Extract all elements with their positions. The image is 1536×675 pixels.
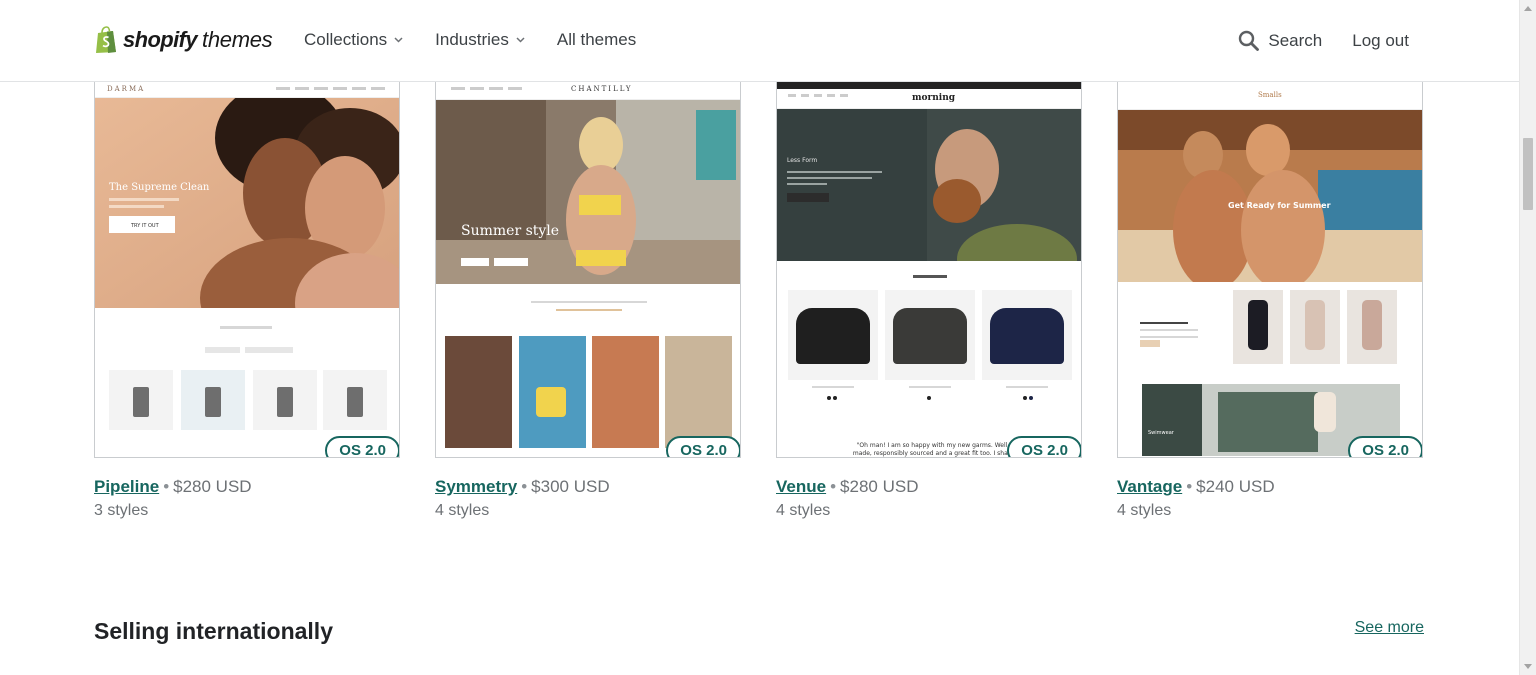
theme-title-row: Vantage • $240 USD bbox=[1117, 477, 1275, 497]
product-card bbox=[592, 336, 659, 448]
nav-industries[interactable]: Industries bbox=[435, 30, 525, 50]
preview-hero-image: Get Ready for Summer bbox=[1118, 110, 1422, 282]
theme-price: $280 USD bbox=[840, 477, 919, 496]
header-actions: Search Log out bbox=[1238, 30, 1409, 51]
theme-name-link[interactable]: Vantage bbox=[1117, 477, 1182, 496]
separator-dot: • bbox=[830, 477, 837, 496]
theme-title-row: Symmetry • $300 USD bbox=[435, 477, 610, 497]
nav-industries-label: Industries bbox=[435, 30, 509, 49]
preview-nav: DARMA bbox=[95, 82, 399, 98]
preview-brand: DARMA bbox=[107, 85, 146, 93]
page-scrollbar[interactable] bbox=[1519, 0, 1536, 675]
product-card bbox=[445, 336, 512, 448]
separator-dot: • bbox=[163, 477, 170, 496]
shopify-bag-icon bbox=[96, 26, 116, 53]
nav-collections-label: Collections bbox=[304, 30, 388, 49]
separator-dot: • bbox=[521, 477, 528, 496]
preview-nav: Smalls bbox=[1118, 82, 1422, 110]
theme-card-pipeline: DARMA The Supreme Clean TRY IT OUT OS 2.… bbox=[94, 82, 400, 519]
preview-banner-label: Swimwear bbox=[1148, 430, 1174, 436]
preview-nav: morning bbox=[777, 89, 1081, 109]
logo-wordmark: shopify bbox=[123, 27, 198, 52]
search-button[interactable]: Search bbox=[1238, 30, 1322, 51]
logout-link[interactable]: Log out bbox=[1352, 31, 1409, 51]
separator-dot: • bbox=[1186, 477, 1193, 496]
site-header: shopify themes Collections Industries Al… bbox=[0, 0, 1519, 82]
theme-styles-count: 4 styles bbox=[1117, 502, 1172, 519]
os-badge: OS 2.0 bbox=[666, 436, 740, 457]
scroll-up-arrow-icon[interactable] bbox=[1524, 6, 1532, 11]
theme-title-row: Pipeline • $280 USD bbox=[94, 477, 252, 497]
theme-card-venue: morning Less Form "Oh man! I am so happy… bbox=[776, 82, 1082, 519]
shopify-themes-logo[interactable]: shopify themes bbox=[94, 24, 273, 56]
scroll-down-arrow-icon[interactable] bbox=[1524, 664, 1532, 669]
theme-title-row: Venue • $280 USD bbox=[776, 477, 918, 497]
scrollbar-thumb[interactable] bbox=[1523, 138, 1533, 210]
theme-price: $280 USD bbox=[173, 477, 252, 496]
preview-headline-graphic: The Supreme Clean bbox=[109, 182, 210, 193]
theme-name-link[interactable]: Venue bbox=[776, 477, 826, 496]
search-label: Search bbox=[1268, 30, 1323, 50]
nav-collections[interactable]: Collections bbox=[304, 30, 403, 50]
theme-styles-count: 4 styles bbox=[435, 502, 490, 519]
chevron-down-icon bbox=[516, 37, 525, 43]
preview-hero-image: Less Form bbox=[777, 109, 1081, 261]
preview-hero-image: Summer style bbox=[436, 100, 740, 284]
os-badge: OS 2.0 bbox=[1007, 436, 1081, 457]
theme-styles-count: 3 styles bbox=[94, 502, 149, 519]
product-card bbox=[665, 336, 732, 448]
theme-preview[interactable]: Smalls Get Ready for Summer Swimwear OS … bbox=[1117, 82, 1423, 458]
svg-text:TRY IT OUT: TRY IT OUT bbox=[130, 223, 160, 229]
os-badge: OS 2.0 bbox=[325, 436, 399, 457]
section-heading: Selling internationally bbox=[94, 618, 333, 644]
preview-brand: Smalls bbox=[1258, 91, 1282, 99]
preview-nav: CHANTILLY bbox=[436, 82, 740, 100]
os-badge: OS 2.0 bbox=[1348, 436, 1422, 457]
theme-name-link[interactable]: Symmetry bbox=[435, 477, 517, 496]
nav-all-themes[interactable]: All themes bbox=[557, 30, 636, 50]
search-icon bbox=[1239, 30, 1260, 51]
main-nav: Collections Industries All themes bbox=[304, 30, 668, 50]
see-more-link[interactable]: See more bbox=[1355, 619, 1424, 637]
svg-text:Get Ready for Summer: Get Ready for Summer bbox=[1228, 201, 1331, 210]
theme-styles-count: 4 styles bbox=[776, 502, 831, 519]
theme-price: $300 USD bbox=[531, 477, 610, 496]
preview-hero-image: The Supreme Clean TRY IT OUT bbox=[95, 98, 399, 308]
theme-card-vantage: Smalls Get Ready for Summer Swimwear OS … bbox=[1117, 82, 1423, 519]
svg-text:Summer style: Summer style bbox=[461, 223, 559, 239]
theme-price: $240 USD bbox=[1196, 477, 1275, 496]
preview-testimonial: "Oh man! I am so happy with my new garms… bbox=[852, 442, 1012, 457]
logo-subtitle: themes bbox=[202, 27, 273, 52]
nav-all-themes-label: All themes bbox=[556, 30, 637, 49]
svg-text:Less Form: Less Form bbox=[787, 157, 817, 164]
preview-brand: CHANTILLY bbox=[571, 85, 633, 93]
chevron-down-icon bbox=[394, 37, 403, 43]
theme-preview[interactable]: DARMA The Supreme Clean TRY IT OUT OS 2.… bbox=[94, 82, 400, 458]
theme-preview[interactable]: CHANTILLY Summer style OS 2.0 bbox=[435, 82, 741, 458]
theme-preview[interactable]: morning Less Form "Oh man! I am so happy… bbox=[776, 82, 1082, 458]
theme-card-symmetry: CHANTILLY Summer style OS 2.0 Symmetry • $… bbox=[435, 82, 741, 519]
theme-name-link[interactable]: Pipeline bbox=[94, 477, 159, 496]
preview-brand: morning bbox=[912, 93, 956, 103]
